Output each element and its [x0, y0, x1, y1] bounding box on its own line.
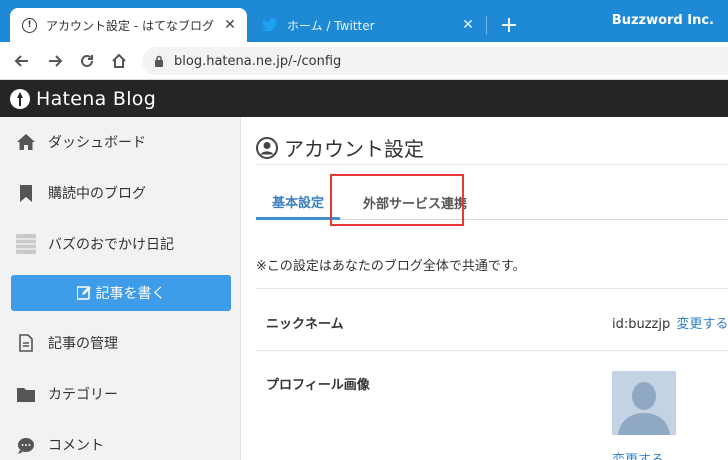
sidebar-item-manage-articles[interactable]: 記事の管理 [0, 318, 241, 368]
tab-title: アカウント設定 - はてなブログ [46, 18, 214, 33]
document-icon [16, 333, 36, 353]
tab-basic-settings[interactable]: 基本設定 [256, 185, 340, 220]
profile-image-label: プロフィール画像 [266, 378, 370, 393]
comment-icon [16, 435, 36, 455]
sidebar-item-label: 記事の管理 [48, 336, 118, 352]
twitter-bird-icon [262, 18, 278, 32]
change-profile-image-link[interactable]: 変更する [612, 449, 664, 460]
reload-icon[interactable] [76, 50, 98, 72]
settings-tabs: 基本設定 外部サービス連携 [256, 185, 728, 220]
browser-tabstrip: ! アカウント設定 - はてなブログ ✕ ホーム / Twitter ✕ + B… [0, 0, 728, 42]
lock-icon [155, 55, 163, 67]
sidebar-item-blog[interactable]: バズのおでかけ日記 [0, 219, 241, 269]
browser-tab-account-settings[interactable]: ! アカウント設定 - はてなブログ ✕ [10, 8, 247, 42]
browser-tab-twitter[interactable]: ホーム / Twitter ✕ [252, 8, 485, 42]
user-circle-icon [256, 136, 278, 159]
divider [256, 350, 728, 351]
sidebar-item-subscriptions[interactable]: 購読中のブログ [0, 168, 241, 218]
close-icon[interactable]: ✕ [459, 16, 477, 34]
write-article-label: 記事を書く [95, 286, 166, 302]
nickname-label: ニックネーム [266, 317, 344, 332]
hatena-blog-header: Hatena Blog [0, 80, 728, 117]
edit-icon [76, 286, 91, 300]
sidebar-item-comments[interactable]: コメント [0, 420, 241, 460]
folder-icon [16, 384, 36, 404]
brand-label: Buzzword Inc. [611, 13, 714, 28]
browser-toolbar: blog.hatena.ne.jp/-/config [0, 42, 728, 80]
highlight-annotation-box [330, 174, 464, 226]
sidebar-item-label: カテゴリー [48, 387, 118, 403]
divider [256, 164, 728, 165]
home-icon [16, 132, 36, 152]
tab-title: ホーム / Twitter [287, 18, 375, 33]
back-arrow-icon[interactable] [11, 50, 33, 72]
change-nickname-link[interactable]: 変更する [676, 317, 728, 332]
hatena-logo-icon[interactable] [10, 88, 30, 109]
settings-note: ※この設定はあなたのブログ全体で共通です。 [256, 259, 526, 274]
close-icon[interactable]: ✕ [221, 16, 239, 34]
sidebar-item-dashboard[interactable]: ダッシュボード [0, 117, 241, 167]
new-tab-plus-icon[interactable]: + [497, 13, 521, 38]
nickname-value-row: id:buzzjp 変更する [612, 313, 728, 332]
write-article-button[interactable]: 記事を書く [11, 275, 231, 311]
profile-avatar-image [612, 371, 676, 435]
divider [256, 288, 728, 289]
sidebar-item-label: ダッシュボード [48, 135, 146, 151]
hatena-favicon-icon: ! [22, 17, 37, 33]
sidebar-item-categories[interactable]: カテゴリー [0, 369, 241, 419]
bookmark-icon [16, 183, 36, 203]
blog-icon [16, 234, 36, 254]
sidebar: ダッシュボード 購読中のブログ バズのおでかけ日記 記事を書く 記事の管理 カテ… [0, 117, 241, 460]
home-icon[interactable] [108, 50, 130, 72]
tab-separator [486, 16, 487, 34]
sidebar-item-label: バズのおでかけ日記 [48, 237, 174, 253]
address-bar[interactable]: blog.hatena.ne.jp/-/config [142, 47, 728, 75]
page-title-row: アカウント設定 [256, 133, 424, 162]
sidebar-item-label: コメント [48, 438, 104, 454]
sidebar-item-label: 購読中のブログ [48, 186, 146, 202]
forward-arrow-icon[interactable] [44, 50, 66, 72]
main-content: アカウント設定 基本設定 外部サービス連携 ※この設定はあなたのブログ全体で共通… [241, 117, 728, 460]
hatena-blog-logo-text[interactable]: Hatena Blog [36, 88, 156, 110]
page-title: アカウント設定 [284, 137, 424, 161]
nickname-value: id:buzzjp [612, 317, 671, 332]
url-text: blog.hatena.ne.jp/-/config [174, 53, 342, 69]
